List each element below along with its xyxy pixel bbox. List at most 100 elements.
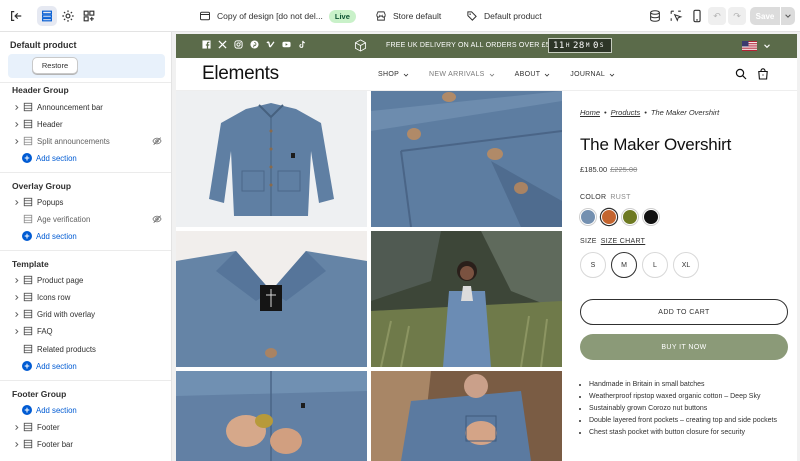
add-section-label: Add section [36,405,77,415]
nav-label: SHOP [378,71,400,78]
product-image-model-outdoor[interactable] [371,231,562,367]
section-related-products[interactable]: Related products [0,341,171,357]
add-to-cart-button[interactable]: ADD TO CART [580,299,788,325]
product-details: Home • Products • The Maker Overshirt Th… [580,91,790,461]
theme-settings-button[interactable] [58,6,78,26]
section-label: Icons row [37,292,71,302]
product-image-hands-pocket[interactable] [176,371,367,461]
shopping-bag-icon[interactable] [757,68,769,80]
expand-chevron[interactable] [10,199,22,206]
us-flag-icon[interactable] [742,41,757,51]
add-section-header-group[interactable]: + Add section [22,151,77,165]
app-embeds-button[interactable] [79,6,99,26]
redo-button[interactable]: ↷ [728,7,746,25]
section-label: Footer [37,422,60,432]
save-options-button[interactable] [781,7,795,25]
sections-sidebar: Default product Restore Header Group Ann… [0,32,172,461]
size-m[interactable]: M [611,252,637,278]
chevron-right-icon [14,294,18,300]
add-section-template[interactable]: + Add section [22,359,77,373]
section-label: FAQ [37,326,53,336]
facebook-icon[interactable] [202,40,211,49]
product-image-model-indoor[interactable] [371,371,562,461]
instagram-icon[interactable] [234,40,243,49]
size-label: SIZE [580,238,597,245]
expand-chevron[interactable] [10,121,22,128]
group-title-footer: Footer Group [12,389,67,399]
breadcrumb-home-link[interactable]: Home [580,108,600,117]
vimeo-icon[interactable] [266,40,275,49]
product-features: Handmade in Britain in small batches Wea… [589,379,777,439]
restore-button[interactable]: Restore [32,57,78,74]
expand-chevron[interactable] [10,277,22,284]
section-announcement-bar[interactable]: Announcement bar [0,99,171,115]
add-section-overlay-group[interactable]: + Add section [22,229,77,243]
swatch-rust[interactable] [601,209,617,225]
nav-new-arrivals[interactable]: NEW ARRIVALS [429,71,495,78]
template-selector[interactable]: Default product [466,0,542,32]
section-grid-with-overlay[interactable]: Grid with overlay [0,306,171,322]
nav-shop[interactable]: SHOP [378,71,409,78]
pinterest-icon[interactable] [250,40,259,49]
expand-chevron[interactable] [10,328,22,335]
search-icon[interactable] [735,68,747,80]
countdown-seconds: 0 [592,40,599,51]
section-footer[interactable]: Footer [0,419,171,435]
divider [0,82,171,83]
theme-icon [200,11,210,21]
sections-tab-button[interactable] [37,6,57,26]
undo-button[interactable]: ↶ [708,7,726,25]
x-twitter-icon[interactable] [218,40,227,49]
section-age-verification[interactable]: Age verification [0,211,171,227]
product-image-collar[interactable] [176,231,367,367]
section-popups[interactable]: Popups [0,194,171,210]
feature-item: Double layered front pockets – creating … [589,415,777,427]
nav-about[interactable]: ABOUT [515,71,551,78]
size-xl[interactable]: XL [673,252,699,278]
chevron-right-icon [14,121,18,127]
color-selected-value: RUST [610,194,631,201]
save-button[interactable]: Save [750,7,780,25]
product-image-flat[interactable] [176,91,367,227]
buy-now-button[interactable]: BUY IT NOW [580,334,788,360]
database-icon [650,10,660,22]
chevron-down-icon[interactable] [763,42,771,50]
add-section-label: Add section [36,361,77,371]
store-selector[interactable]: Store default [375,0,441,32]
select-element-button[interactable] [666,6,686,26]
swatch-black[interactable] [643,209,659,225]
eye-hidden-icon[interactable] [152,136,162,146]
store-logo[interactable]: Elements [202,63,279,85]
expand-chevron[interactable] [10,441,22,448]
eye-hidden-icon[interactable] [152,214,162,224]
section-faq[interactable]: FAQ [0,323,171,339]
add-section-footer-group[interactable]: + Add section [22,403,77,417]
section-icons-row[interactable]: Icons row [0,289,171,305]
tiktok-icon[interactable] [298,40,307,49]
youtube-icon[interactable] [282,40,291,49]
mobile-preview-button[interactable] [687,6,707,26]
size-s[interactable]: S [580,252,606,278]
section-split-announcements[interactable]: Split announcements [0,133,171,149]
section-product-page[interactable]: Product page [0,272,171,288]
product-image-detail-buttons[interactable] [371,91,562,227]
exit-button[interactable] [6,6,26,26]
expand-chevron[interactable] [10,138,22,145]
expand-chevron[interactable] [10,104,22,111]
expand-chevron[interactable] [10,424,22,431]
chevron-right-icon [14,138,18,144]
swatch-olive[interactable] [622,209,638,225]
size-chart-link[interactable]: SIZE CHART [601,238,646,245]
breadcrumb-separator: • [644,108,647,117]
expand-chevron[interactable] [10,311,22,318]
chevron-right-icon [14,424,18,430]
inspector-button[interactable] [645,6,665,26]
theme-selector[interactable]: Copy of design [do not del... Live [199,0,356,32]
size-l[interactable]: L [642,252,668,278]
breadcrumb-products-link[interactable]: Products [611,108,641,117]
swatch-deep-sky[interactable] [580,209,596,225]
section-header[interactable]: Header [0,116,171,132]
nav-journal[interactable]: JOURNAL [570,71,615,78]
expand-chevron[interactable] [10,294,22,301]
section-footer-bar[interactable]: Footer bar [0,436,171,452]
